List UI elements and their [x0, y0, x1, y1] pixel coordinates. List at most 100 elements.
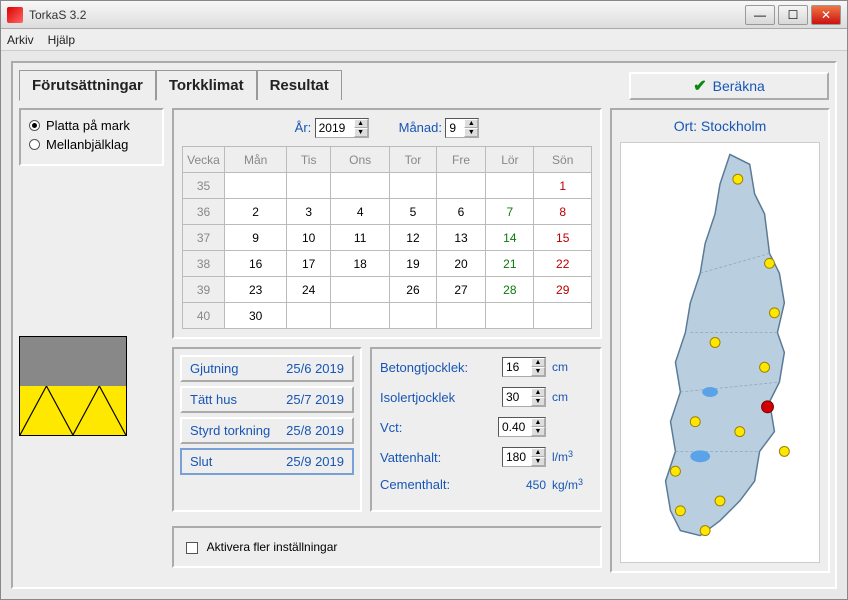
cal-header-vecka: Vecka: [183, 147, 225, 173]
cement-label: Cementhalt:: [380, 477, 500, 492]
calendar-day[interactable]: 16: [225, 251, 287, 277]
calendar-day: [287, 303, 331, 329]
calendar-day[interactable]: 1: [534, 173, 592, 199]
calendar-day[interactable]: 29: [534, 277, 592, 303]
tab-resultat[interactable]: Resultat: [257, 70, 342, 100]
tab-forutsattningar[interactable]: Förutsättningar: [19, 70, 156, 101]
tab-torkklimat[interactable]: Torkklimat: [156, 70, 257, 100]
titlebar: TorkaS 3.2 — ☐ ✕: [1, 1, 847, 29]
cal-header-lor: Lör: [486, 147, 534, 173]
minimize-button[interactable]: —: [745, 5, 775, 25]
calendar-day[interactable]: 28: [486, 277, 534, 303]
vatten-spinner[interactable]: ▲▼: [502, 447, 546, 467]
isoler-unit: cm: [552, 390, 592, 404]
calendar-day: [534, 303, 592, 329]
calendar-day[interactable]: 10: [287, 225, 331, 251]
menu-hjalp[interactable]: Hjälp: [48, 33, 75, 47]
calendar-day[interactable]: 25: [331, 277, 390, 303]
vatten-input[interactable]: [503, 449, 531, 465]
calendar-day[interactable]: 27: [436, 277, 486, 303]
calendar-day[interactable]: 21: [486, 251, 534, 277]
calendar-day[interactable]: 4: [331, 199, 390, 225]
calendar-day[interactable]: 11: [331, 225, 390, 251]
date-gjutning[interactable]: Gjutning 25/6 2019: [180, 355, 354, 382]
month-spinner[interactable]: ▲▼: [445, 118, 479, 138]
betong-label: Betongtjocklek:: [380, 360, 496, 375]
date-styrd-torkning[interactable]: Styrd torkning 25/8 2019: [180, 417, 354, 444]
vatten-unit: l/m3: [552, 450, 592, 464]
date-slut[interactable]: Slut 25/9 2019: [180, 448, 354, 475]
calendar-day: [486, 173, 534, 199]
spin-up-icon[interactable]: ▲: [464, 119, 478, 128]
week-number: 35: [183, 173, 225, 199]
radio-mellanbjalklag[interactable]: Mellanbjälklag: [29, 137, 154, 152]
calendar-day[interactable]: 3: [287, 199, 331, 225]
calendar-day[interactable]: 9: [225, 225, 287, 251]
dates-panel: Gjutning 25/6 2019 Tätt hus 25/7 2019 St…: [172, 347, 362, 512]
calendar-day[interactable]: 30: [225, 303, 287, 329]
menubar: Arkiv Hjälp: [1, 29, 847, 51]
calendar-day[interactable]: 19: [390, 251, 436, 277]
calendar-day[interactable]: 17: [287, 251, 331, 277]
calendar-day: [331, 173, 390, 199]
compute-label: Beräkna: [713, 78, 765, 94]
more-settings-checkbox[interactable]: [186, 542, 198, 554]
week-number: 37: [183, 225, 225, 251]
checkmark-icon: ✔: [693, 76, 706, 96]
calendar-day[interactable]: 26: [390, 277, 436, 303]
date-tatt-hus[interactable]: Tätt hus 25/7 2019: [180, 386, 354, 413]
year-label: År:: [295, 120, 312, 135]
vatten-label: Vattenhalt:: [380, 450, 496, 465]
vct-input[interactable]: [499, 419, 531, 435]
year-spinner[interactable]: ▲▼: [315, 118, 369, 138]
isoler-input[interactable]: [503, 389, 531, 405]
calendar-day[interactable]: 22: [534, 251, 592, 277]
params-panel: Betongtjocklek: ▲▼ cm Isolertjocklek: [370, 347, 602, 512]
radio-icon: [29, 139, 40, 150]
calendar-panel: År: ▲▼ Månad: ▲▼: [172, 108, 602, 339]
radio-platta[interactable]: Platta på mark: [29, 118, 154, 133]
spin-down-icon[interactable]: ▼: [354, 128, 368, 137]
calendar-day[interactable]: 6: [436, 199, 486, 225]
close-button[interactable]: ✕: [811, 5, 841, 25]
betong-input[interactable]: [503, 359, 531, 375]
calendar-day[interactable]: 8: [534, 199, 592, 225]
vct-spinner[interactable]: ▲▼: [498, 417, 546, 437]
calendar-day[interactable]: 20: [436, 251, 486, 277]
calendar-day[interactable]: 24: [287, 277, 331, 303]
week-number: 38: [183, 251, 225, 277]
calendar-day[interactable]: 23: [225, 277, 287, 303]
calendar-day[interactable]: 12: [390, 225, 436, 251]
calendar-day: [287, 173, 331, 199]
calendar-day[interactable]: 13: [436, 225, 486, 251]
calendar-day[interactable]: 5: [390, 199, 436, 225]
calendar-day: [390, 173, 436, 199]
month-label: Månad:: [399, 120, 442, 135]
year-input[interactable]: [316, 120, 354, 136]
week-number: 39: [183, 277, 225, 303]
calendar-day: [486, 303, 534, 329]
menu-arkiv[interactable]: Arkiv: [7, 33, 34, 47]
vct-label: Vct:: [380, 420, 492, 435]
isoler-spinner[interactable]: ▲▼: [502, 387, 546, 407]
more-settings-label: Aktivera fler inställningar: [207, 540, 338, 554]
map-panel: Ort: Stockholm: [610, 108, 830, 573]
calendar-day[interactable]: 7: [486, 199, 534, 225]
window-title: TorkaS 3.2: [29, 8, 745, 22]
map-title: Ort: Stockholm: [620, 118, 820, 134]
radio-label: Platta på mark: [46, 118, 130, 133]
spin-down-icon[interactable]: ▼: [464, 128, 478, 137]
calendar-day[interactable]: 18: [331, 251, 390, 277]
calendar-day[interactable]: 15: [534, 225, 592, 251]
spin-up-icon[interactable]: ▲: [354, 119, 368, 128]
ground-diagram: [19, 336, 127, 436]
maximize-button[interactable]: ☐: [778, 5, 808, 25]
month-input[interactable]: [446, 120, 464, 136]
calendar-day[interactable]: 2: [225, 199, 287, 225]
cal-header-ons: Ons: [331, 147, 390, 173]
calendar-day[interactable]: 14: [486, 225, 534, 251]
compute-button[interactable]: ✔ Beräkna: [629, 72, 829, 100]
map-sweden[interactable]: [620, 142, 820, 563]
betong-spinner[interactable]: ▲▼: [502, 357, 546, 377]
calendar-day: [331, 303, 390, 329]
